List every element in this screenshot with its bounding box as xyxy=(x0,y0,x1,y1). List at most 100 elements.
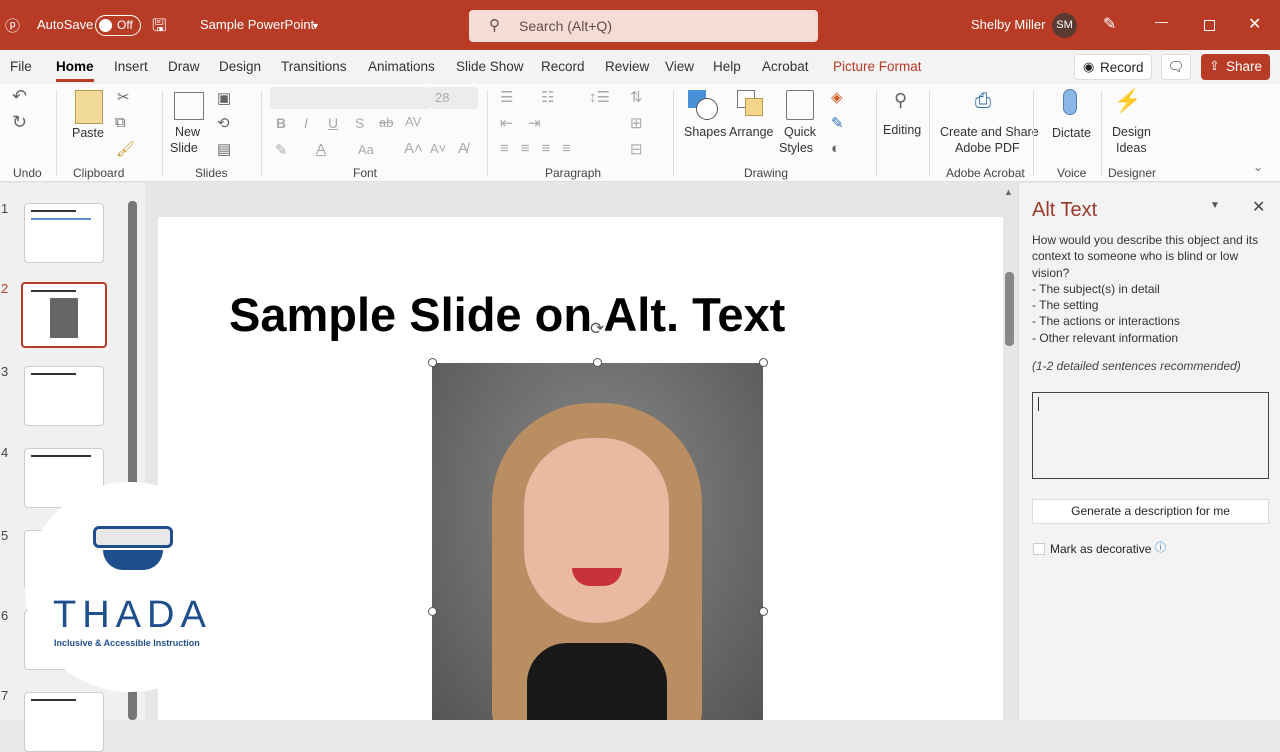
find-icon[interactable]: ⚲ xyxy=(894,90,907,111)
underline-icon[interactable]: U xyxy=(328,115,338,131)
rotate-handle-icon[interactable]: ⟳ xyxy=(590,319,604,339)
character-spacing-icon[interactable]: AV xyxy=(405,114,421,129)
tab-draw[interactable]: Draw xyxy=(168,59,200,74)
tab-slide-show[interactable]: Slide Show xyxy=(456,59,524,74)
format-painter-icon[interactable]: 🖌 xyxy=(116,140,135,158)
pane-options-icon[interactable]: ▼ xyxy=(1210,200,1220,211)
cut-icon[interactable]: ✂ xyxy=(117,88,130,106)
new-slide-label[interactable]: New xyxy=(175,125,200,139)
quick-styles-label-2[interactable]: Styles xyxy=(779,141,813,155)
new-slide-icon[interactable] xyxy=(174,92,204,120)
resize-handle[interactable] xyxy=(759,358,768,367)
save-icon[interactable]: 🖫 xyxy=(152,13,166,42)
arrange-button[interactable]: Arrange xyxy=(729,125,773,139)
slide-thumbnail-7[interactable] xyxy=(24,692,104,752)
slide-title[interactable]: Sample Slide on Alt. Text xyxy=(229,287,785,342)
shape-outline-icon[interactable]: ✎ xyxy=(831,114,844,132)
dictate-button[interactable]: Dictate xyxy=(1052,126,1091,140)
avatar[interactable]: SM xyxy=(1052,13,1077,38)
create-share-pdf-label-2[interactable]: Adobe PDF xyxy=(955,141,1020,155)
tab-view[interactable]: View xyxy=(665,59,694,74)
design-ideas-label-2[interactable]: Ideas xyxy=(1116,141,1147,155)
shape-effects-icon[interactable]: ◐ xyxy=(831,140,840,157)
bold-icon[interactable]: B xyxy=(276,115,286,131)
slide-thumbnail-2-selected[interactable] xyxy=(21,282,107,348)
pen-icon[interactable]: ✎ xyxy=(1103,14,1116,34)
line-spacing-icon[interactable]: ↕☰ xyxy=(589,88,610,106)
tab-design[interactable]: Design xyxy=(219,59,261,74)
tab-insert[interactable]: Insert xyxy=(114,59,148,74)
info-icon[interactable]: ⓘ xyxy=(1155,539,1166,555)
tab-acrobat[interactable]: Acrobat xyxy=(762,59,809,74)
text-direction-icon[interactable]: ⇅ xyxy=(630,88,643,106)
minimize-button[interactable]: — xyxy=(1155,14,1168,29)
grow-font-icon[interactable]: A˄ xyxy=(404,140,423,157)
tab-animations[interactable]: Animations xyxy=(368,59,435,74)
shrink-font-icon[interactable]: A˅ xyxy=(430,141,446,156)
tab-record[interactable]: Record xyxy=(541,59,585,74)
resize-handle[interactable] xyxy=(428,358,437,367)
scroll-up-icon[interactable]: ▲ xyxy=(1004,187,1013,197)
close-button[interactable]: ✕ xyxy=(1248,14,1261,34)
smartart-icon[interactable]: ⊟ xyxy=(630,140,643,158)
collapse-ribbon-icon[interactable]: ⌄ xyxy=(1253,160,1263,174)
design-ideas-icon[interactable]: ⚡ xyxy=(1114,88,1141,114)
align-text-icon[interactable]: ⊞ xyxy=(630,114,643,132)
tab-review[interactable]: Review xyxy=(605,59,649,74)
quick-styles-button[interactable]: Quick xyxy=(784,125,816,139)
align-icons[interactable]: ≡≡≡≡ xyxy=(500,140,583,157)
search-input[interactable]: ⚲ Search (Alt+Q) xyxy=(469,10,818,42)
shadow-icon[interactable]: S xyxy=(355,115,364,131)
share-button[interactable]: ⇪ Share xyxy=(1201,54,1270,80)
numbering-icon[interactable]: ☷ xyxy=(541,88,554,106)
font-name-select[interactable] xyxy=(270,87,430,109)
tab-home[interactable]: Home xyxy=(56,59,94,74)
editing-button[interactable]: Editing xyxy=(883,123,921,137)
paste-icon[interactable] xyxy=(75,90,103,124)
resize-handle[interactable] xyxy=(428,607,437,616)
italic-icon[interactable]: I xyxy=(304,115,308,131)
record-button[interactable]: ◉ Record xyxy=(1074,54,1152,80)
decrease-indent-icon[interactable]: ⇤ xyxy=(500,114,513,132)
tab-picture-format[interactable]: Picture Format xyxy=(833,59,922,74)
slide-thumbnail-3[interactable] xyxy=(24,366,104,426)
shapes-button[interactable]: Shapes xyxy=(684,125,726,139)
microphone-icon[interactable] xyxy=(1063,89,1077,115)
highlight-icon[interactable]: ✎ xyxy=(275,141,288,159)
font-color-icon[interactable]: A xyxy=(316,141,326,158)
undo-icon[interactable]: ↶ xyxy=(12,86,27,107)
create-share-pdf-button[interactable]: Create and Share xyxy=(940,125,1039,139)
change-case-icon[interactable]: Aa xyxy=(358,142,374,157)
section-icon[interactable]: ▤ xyxy=(217,140,231,158)
tab-file[interactable]: File xyxy=(10,59,32,74)
comments-button[interactable]: 🗨 xyxy=(1161,54,1191,80)
resize-handle[interactable] xyxy=(593,358,602,367)
font-size-select[interactable]: 28 xyxy=(430,87,478,109)
decorative-label[interactable]: Mark as decorative xyxy=(1050,542,1151,556)
close-pane-icon[interactable]: ✕ xyxy=(1252,197,1265,217)
layout-icon[interactable]: ▣ xyxy=(217,89,231,107)
generate-description-button[interactable]: Generate a description for me xyxy=(1032,499,1269,524)
strikethrough-icon[interactable]: ab xyxy=(379,115,393,130)
reset-icon[interactable]: ⟲ xyxy=(217,114,230,132)
paste-button[interactable]: Paste xyxy=(72,126,104,140)
autosave-toggle[interactable]: Off xyxy=(95,15,141,36)
new-slide-label-2[interactable]: Slide xyxy=(170,141,198,155)
design-ideas-button[interactable]: Design xyxy=(1112,125,1151,139)
clear-formatting-icon[interactable]: A̸ xyxy=(458,140,468,157)
decorative-checkbox[interactable] xyxy=(1033,543,1045,555)
alt-text-input[interactable] xyxy=(1032,392,1269,479)
user-name[interactable]: Shelby Miller xyxy=(971,17,1045,32)
tab-help[interactable]: Help xyxy=(713,59,741,74)
maximize-button[interactable] xyxy=(1204,20,1215,31)
quick-styles-icon[interactable] xyxy=(786,90,814,120)
shape-fill-icon[interactable]: ◈ xyxy=(831,88,843,106)
slide-thumbnail-1[interactable] xyxy=(24,203,104,263)
bullets-icon[interactable]: ☰ xyxy=(500,88,513,106)
resize-handle[interactable] xyxy=(759,607,768,616)
editor-scrollbar[interactable] xyxy=(1005,272,1014,346)
redo-icon[interactable]: ↻ xyxy=(12,112,27,133)
tab-transitions[interactable]: Transitions xyxy=(281,59,347,74)
slide-photo[interactable] xyxy=(432,363,763,720)
copy-icon[interactable]: ⧉ xyxy=(115,114,126,131)
